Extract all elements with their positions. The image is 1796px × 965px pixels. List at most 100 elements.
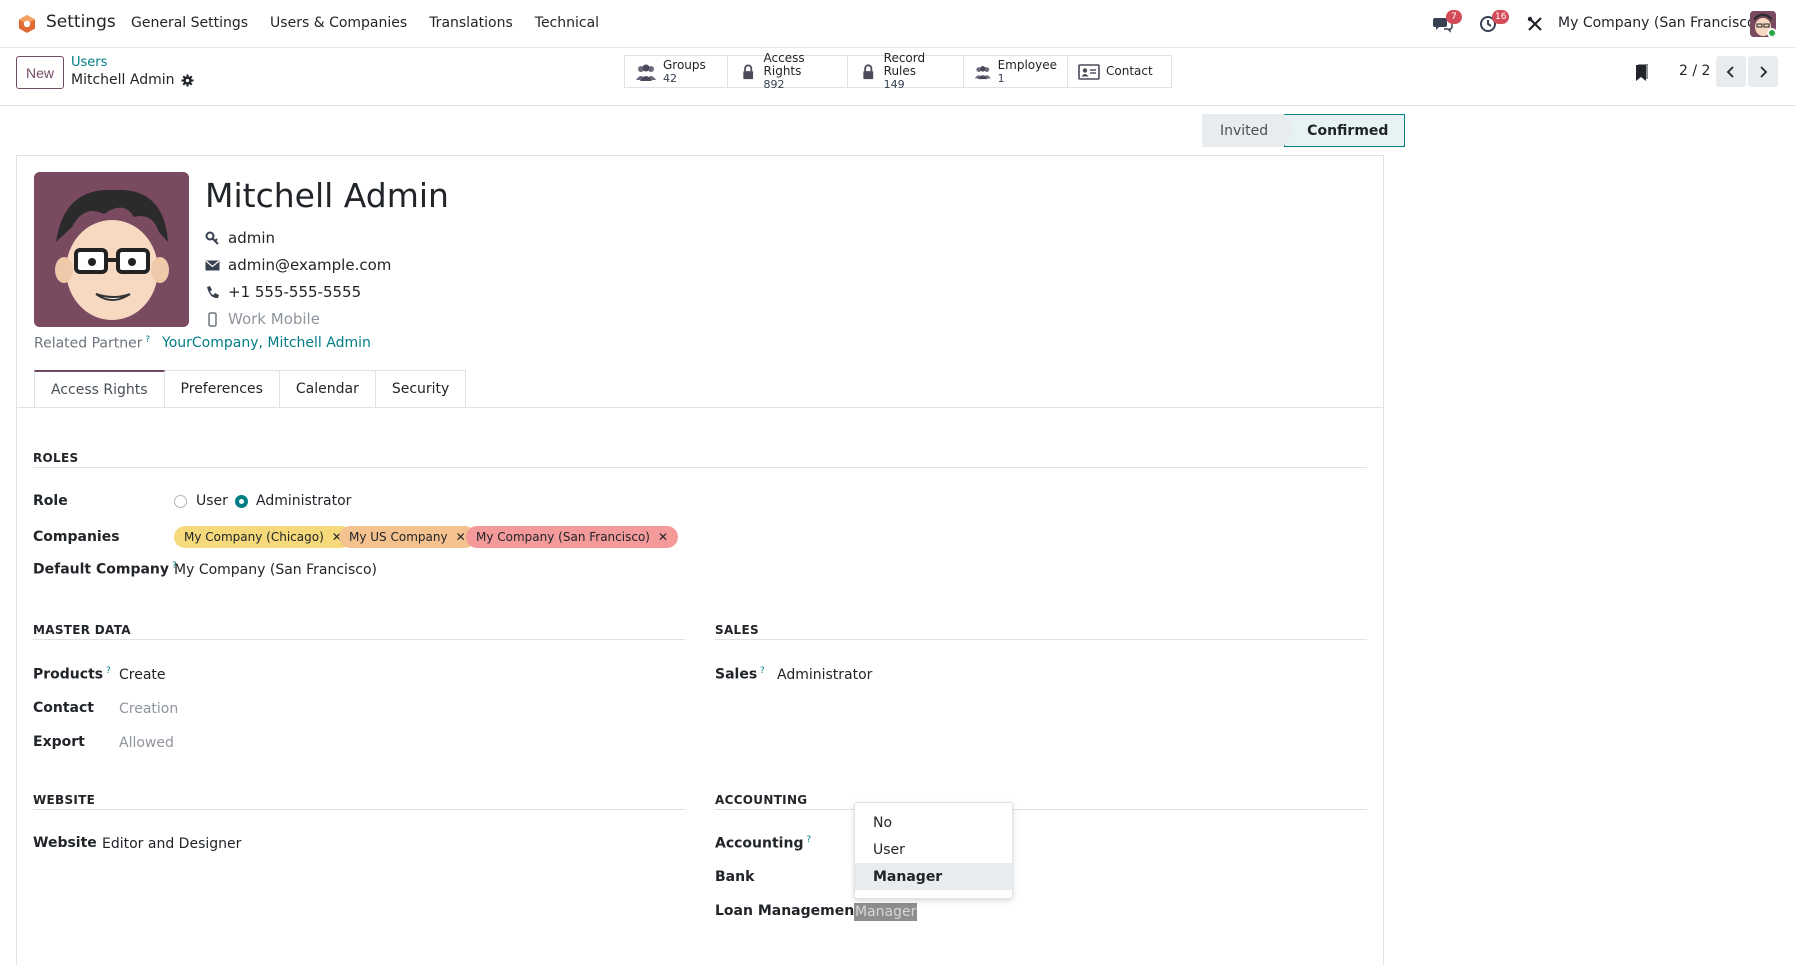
pager-next-button[interactable] bbox=[1748, 56, 1778, 87]
accounting-divider bbox=[715, 809, 1367, 810]
dropdown-option-manager[interactable]: Manager bbox=[855, 863, 1012, 890]
export-field[interactable]: Allowed bbox=[119, 735, 174, 751]
dropdown-option-user[interactable]: User bbox=[855, 836, 1012, 863]
company-tag-san-francisco: My Company (San Francisco) ✕ bbox=[466, 526, 679, 548]
gear-icon[interactable] bbox=[180, 73, 194, 87]
status-confirmed[interactable]: Confirmed bbox=[1284, 114, 1406, 147]
remove-tag-icon[interactable]: ✕ bbox=[456, 530, 466, 544]
master-data-section-title: MASTER DATA bbox=[33, 623, 131, 637]
main-menu: General Settings Users & Companies Trans… bbox=[131, 15, 621, 31]
menu-translations[interactable]: Translations bbox=[429, 15, 513, 31]
employee-label: Employee bbox=[997, 57, 1057, 72]
email-field[interactable]: admin@example.com bbox=[228, 256, 391, 274]
record-rules-smart-button[interactable]: Record Rules 149 bbox=[848, 52, 964, 91]
access-rights-smart-button[interactable]: Access Rights 892 bbox=[728, 52, 848, 91]
record-rules-label: Record Rules bbox=[883, 51, 926, 78]
sales-field[interactable]: Administrator bbox=[777, 667, 872, 683]
status-bar: Invited Confirmed bbox=[1202, 114, 1406, 147]
menu-technical[interactable]: Technical bbox=[535, 15, 599, 31]
tab-calendar[interactable]: Calendar bbox=[279, 370, 376, 408]
accounting-label: Accounting ? bbox=[715, 835, 812, 852]
menu-general-settings[interactable]: General Settings bbox=[131, 15, 248, 31]
user-photo[interactable] bbox=[34, 172, 189, 327]
activities-button[interactable]: 16 bbox=[1479, 10, 1510, 33]
bank-label: Bank bbox=[715, 869, 755, 885]
messages-button[interactable]: 7 bbox=[1433, 10, 1462, 33]
company-tag-us: My US Company ✕ bbox=[339, 526, 476, 548]
company-tag-label: My US Company bbox=[349, 530, 448, 544]
chevron-left-icon bbox=[1726, 65, 1734, 78]
groups-count: 42 bbox=[663, 71, 677, 85]
access-rights-count: 892 bbox=[763, 78, 785, 91]
tab-security[interactable]: Security bbox=[375, 370, 467, 408]
control-panel: New Users Mitchell Admin Groups 42 Acces… bbox=[0, 48, 1796, 106]
mobile-icon bbox=[208, 311, 217, 327]
role-user-option[interactable]: User bbox=[196, 493, 228, 509]
loan-management-label: Loan Management bbox=[715, 903, 861, 919]
debug-tools-button[interactable] bbox=[1526, 15, 1546, 33]
phone-field[interactable]: +1 555-555-5555 bbox=[228, 283, 361, 301]
website-divider bbox=[33, 809, 685, 810]
breadcrumb-current: Mitchell Admin bbox=[71, 72, 194, 88]
employee-smart-button[interactable]: Employee 1 bbox=[964, 56, 1068, 87]
remove-tag-icon[interactable]: ✕ bbox=[658, 530, 668, 544]
login-field[interactable]: admin bbox=[228, 229, 275, 247]
company-tag-label: My Company (San Francisco) bbox=[476, 530, 650, 544]
record-rules-count: 149 bbox=[883, 78, 905, 91]
top-navbar: Settings General Settings Users & Compan… bbox=[0, 0, 1796, 48]
contact-label: Contact bbox=[33, 700, 94, 716]
role-label: Role bbox=[33, 493, 68, 509]
company-switcher[interactable]: My Company (San Francisco) bbox=[1558, 15, 1761, 31]
loan-management-field[interactable]: Manager bbox=[854, 903, 918, 921]
employee-count: 1 bbox=[997, 71, 1005, 85]
default-company-label: Default Company ? bbox=[33, 561, 177, 578]
website-field[interactable]: Editor and Designer bbox=[102, 836, 241, 852]
default-company-field[interactable]: My Company (San Francisco) bbox=[174, 562, 377, 578]
app-title[interactable]: Settings bbox=[46, 12, 116, 32]
roles-divider bbox=[33, 467, 1367, 468]
phone-line: +1 555-555-5555 bbox=[205, 283, 361, 301]
work-mobile-field[interactable]: Work Mobile bbox=[228, 310, 320, 328]
messages-count-badge: 7 bbox=[1446, 10, 1462, 24]
users-group-icon bbox=[974, 65, 991, 79]
key-icon bbox=[205, 231, 219, 245]
contact-field[interactable]: Creation bbox=[119, 701, 178, 717]
tab-access-rights[interactable]: Access Rights bbox=[34, 370, 165, 408]
company-tag-chicago: My Company (Chicago) ✕ bbox=[174, 526, 352, 548]
sales-label: Sales ? bbox=[715, 666, 765, 683]
pager-previous-button[interactable] bbox=[1716, 56, 1746, 87]
activities-count-badge: 16 bbox=[1492, 10, 1510, 24]
website-section-title: WEBSITE bbox=[33, 793, 96, 807]
new-button[interactable]: New bbox=[16, 56, 65, 89]
user-face-icon bbox=[34, 172, 189, 327]
user-avatar[interactable] bbox=[1750, 11, 1776, 37]
role-administrator-radio[interactable] bbox=[235, 495, 248, 508]
bookmark-icon[interactable] bbox=[1634, 64, 1648, 82]
odoo-logo-icon[interactable] bbox=[17, 14, 37, 34]
lock-icon bbox=[743, 64, 754, 79]
envelope-icon bbox=[205, 260, 220, 270]
lock-icon bbox=[863, 63, 874, 79]
related-partner-link[interactable]: YourCompany, Mitchell Admin bbox=[162, 335, 371, 351]
role-administrator-option[interactable]: Administrator bbox=[256, 493, 351, 509]
tab-preferences[interactable]: Preferences bbox=[164, 370, 280, 408]
breadcrumb-current-label: Mitchell Admin bbox=[71, 72, 175, 88]
sales-divider bbox=[715, 639, 1367, 640]
login-line: admin bbox=[205, 229, 275, 247]
pager-value[interactable]: 2 / 2 bbox=[1679, 63, 1710, 79]
role-user-radio[interactable] bbox=[174, 495, 187, 508]
status-invited[interactable]: Invited bbox=[1202, 114, 1285, 147]
user-name-field[interactable]: Mitchell Admin bbox=[205, 176, 449, 215]
related-partner-label: Related Partner ? bbox=[34, 335, 151, 352]
dropdown-option-no[interactable]: No bbox=[855, 809, 1012, 836]
roles-section-title: ROLES bbox=[33, 451, 79, 465]
menu-users-companies[interactable]: Users & Companies bbox=[270, 15, 407, 31]
online-status-dot bbox=[1767, 28, 1776, 37]
contact-smart-button[interactable]: Contact bbox=[1068, 56, 1171, 87]
accounting-dropdown-menu: No User Manager bbox=[854, 802, 1013, 899]
groups-smart-button[interactable]: Groups 42 bbox=[625, 56, 728, 87]
products-field[interactable]: Create bbox=[119, 667, 166, 683]
breadcrumb-users[interactable]: Users bbox=[71, 55, 107, 70]
groups-label: Groups bbox=[663, 57, 706, 72]
sales-section-title: SALES bbox=[715, 623, 759, 637]
